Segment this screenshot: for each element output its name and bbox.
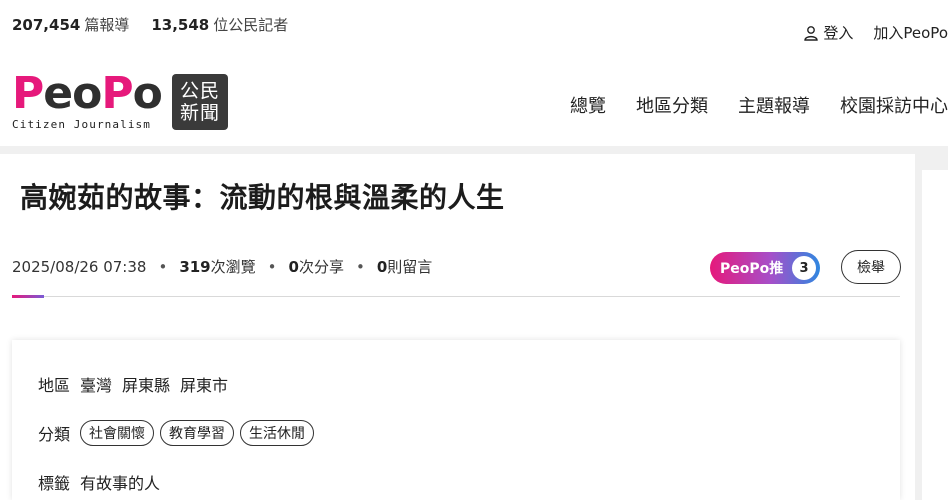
category-tag[interactable]: 教育學習 xyxy=(160,420,235,446)
meta-separator: • xyxy=(158,257,168,276)
share-count: 0次分享 xyxy=(288,258,344,276)
logo-subtitle: Citizen Journalism xyxy=(12,118,152,131)
divider-accent xyxy=(12,295,44,298)
sidebar-panel xyxy=(922,170,948,500)
site-stats: 207,454 篇報導 13,548 位公民記者 xyxy=(12,14,288,35)
category-tag[interactable]: 社會關懷 xyxy=(80,420,155,446)
join-link[interactable]: 加入PeoPo xyxy=(873,22,948,43)
nav-regions[interactable]: 地區分類 xyxy=(636,92,708,118)
region-value[interactable]: 臺灣 xyxy=(80,372,112,396)
badge-line2: 新聞 xyxy=(179,102,220,124)
tags-row: 標籤 有故事的人 xyxy=(38,470,170,494)
divider xyxy=(12,296,900,297)
comment-count: 0則留言 xyxy=(376,258,433,276)
main-nav: 總覽 地區分類 主題報導 校園採訪中心 xyxy=(570,92,948,118)
logo-badge: 公民 新聞 xyxy=(172,74,228,130)
region-value[interactable]: 屏東縣 xyxy=(122,372,170,396)
category-row: 分類 社會關懷 教育學習 生活休閒 xyxy=(38,420,320,446)
push-count: 3 xyxy=(792,256,816,280)
site-logo[interactable]: PeoPo Citizen Journalism 公民 新聞 xyxy=(12,68,228,132)
region-label: 地區 xyxy=(38,376,71,395)
meta-separator: • xyxy=(355,257,365,276)
category-label: 分類 xyxy=(38,425,71,444)
report-button[interactable]: 檢舉 xyxy=(841,250,901,284)
article-date: 2025/08/26 07:38 xyxy=(12,257,147,276)
tags-label: 標籤 xyxy=(38,474,71,493)
user-icon xyxy=(804,25,819,41)
badge-line1: 公民 xyxy=(179,80,220,102)
article-meta: 2025/08/26 07:38 • 319次瀏覽 • 0次分享 • 0則留言 xyxy=(12,256,432,277)
peopo-push-button[interactable]: PeoPo推 3 xyxy=(710,252,820,284)
account-links: 登入 加入PeoPo xyxy=(803,22,948,43)
logo-wordmark: PeoPo xyxy=(12,68,163,119)
region-value[interactable]: 屏東市 xyxy=(180,372,228,396)
nav-campus[interactable]: 校園採訪中心 xyxy=(840,92,948,118)
category-tag[interactable]: 生活休閒 xyxy=(240,420,315,446)
region-row: 地區 臺灣 屏東縣 屏東市 xyxy=(38,372,238,396)
article-title: 高婉茹的故事：流動的根與溫柔的人生 xyxy=(20,181,505,214)
stat-reporters: 13,548 位公民記者 xyxy=(151,16,289,34)
stat-articles: 207,454 篇報導 xyxy=(12,16,130,34)
push-label: PeoPo推 xyxy=(720,261,784,277)
nav-overview[interactable]: 總覽 xyxy=(570,92,606,118)
view-count: 319次瀏覽 xyxy=(179,258,256,276)
meta-separator: • xyxy=(267,257,277,276)
login-label: 登入 xyxy=(823,24,854,42)
login-link[interactable]: 登入 xyxy=(803,22,853,43)
nav-topics[interactable]: 主題報導 xyxy=(738,92,810,118)
tag-link[interactable]: 有故事的人 xyxy=(80,470,160,494)
